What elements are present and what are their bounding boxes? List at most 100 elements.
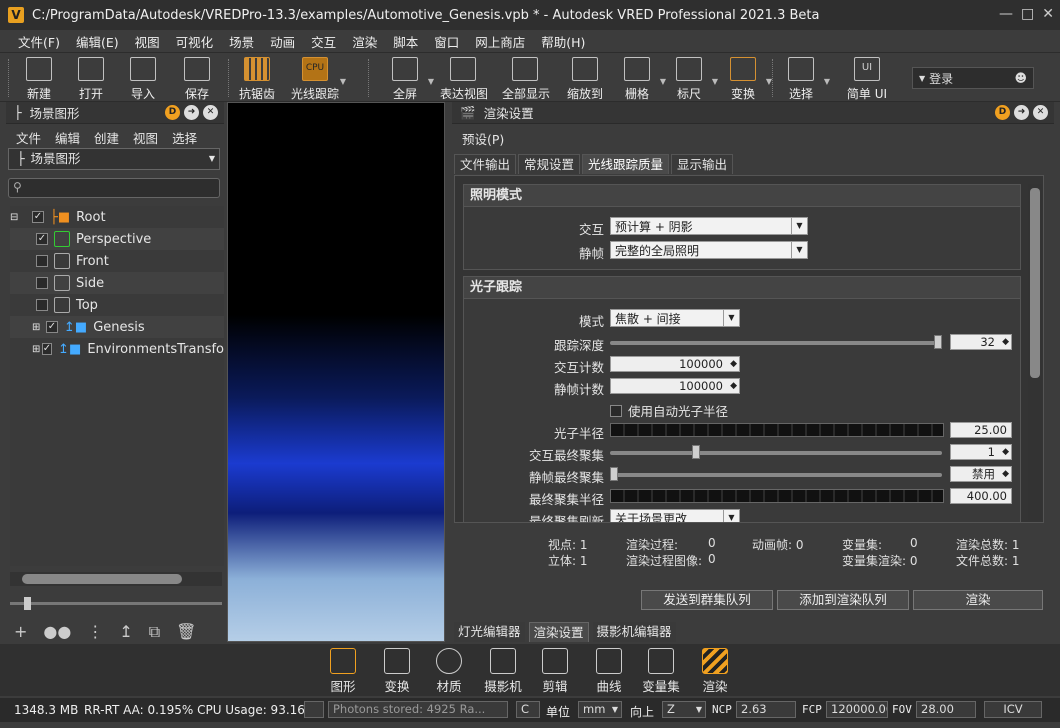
scenegraph-combo[interactable]: ├ 场景图形 ▼ — [8, 148, 220, 170]
still-gather-spinbox[interactable]: 禁用 ◆ — [950, 466, 1012, 482]
preset-menu[interactable]: 预设(P) — [462, 129, 504, 148]
transform-button[interactable]: 变换 ▼ — [720, 55, 772, 101]
interactive-lighting-combo[interactable]: 预计算 + 阴影 ▼ — [610, 217, 808, 235]
maximize-icon[interactable]: □ — [1021, 6, 1034, 22]
sg-menu-create[interactable]: 创建 — [94, 128, 119, 147]
menu-window[interactable]: 窗口 — [434, 32, 459, 51]
render-button[interactable]: 渲染 — [913, 590, 1043, 610]
menu-scene[interactable]: 场景 — [229, 32, 254, 51]
show-all-button[interactable]: 全部显示 — [502, 55, 550, 101]
photon-mode-combo[interactable]: 焦散 + 间接 ▼ — [610, 309, 740, 327]
arrow-right-icon[interactable]: ➜ — [1014, 105, 1029, 120]
render-viewport[interactable] — [227, 102, 445, 642]
sg-menu-edit[interactable]: 编辑 — [55, 128, 80, 147]
new-button[interactable]: 新建 — [16, 55, 62, 101]
dock-icon[interactable]: D — [995, 105, 1010, 120]
trace-depth-spinbox[interactable]: 32 ◆ — [950, 334, 1012, 350]
module-transform[interactable]: 变换 — [372, 646, 422, 696]
still-gather-slider[interactable] — [610, 467, 942, 481]
visibility-checkbox[interactable] — [36, 277, 48, 289]
menu-render[interactable]: 渲染 — [352, 32, 377, 51]
tree-node-genesis[interactable]: ⊞ ✓ ↥■ Genesis — [10, 316, 224, 338]
spin-arrows-icon[interactable]: ◆ — [1002, 467, 1009, 482]
module-camera[interactable]: 摄影机 — [478, 646, 528, 696]
sg-menu-file[interactable]: 文件 — [16, 128, 41, 147]
spin-arrows-icon[interactable]: ◆ — [730, 379, 737, 394]
open-button[interactable]: 打开 — [68, 55, 114, 101]
menu-edit[interactable]: 编辑(E) — [76, 32, 119, 51]
still-lighting-combo[interactable]: 完整的全局照明 ▼ — [610, 241, 808, 259]
grid-button[interactable]: 栅格 ▼ — [614, 55, 666, 101]
interactive-gather-spinbox[interactable]: 1 ◆ — [950, 444, 1012, 460]
chevron-down-icon[interactable]: ▼ — [340, 77, 346, 86]
add-node-icon[interactable]: + — [14, 622, 27, 642]
spin-arrows-icon[interactable]: ◆ — [1002, 445, 1009, 460]
tree-node-root[interactable]: ⊟ ✓ ├■ Root — [10, 206, 224, 228]
tree-node-perspective[interactable]: ✓ Perspective — [10, 228, 224, 250]
tree-node-front[interactable]: Front — [10, 250, 224, 272]
select-button[interactable]: 选择 ▼ — [778, 55, 830, 101]
raytrace-button[interactable]: CPU 光线跟踪 ▼ — [290, 55, 346, 101]
menu-script[interactable]: 脚本 — [393, 32, 418, 51]
fcp-field[interactable]: 120000.00 — [826, 701, 888, 718]
tab-display-output[interactable]: 显示输出 — [671, 154, 734, 174]
visibility-checkbox[interactable]: ✓ — [41, 343, 53, 355]
fov-field[interactable]: 28.00 — [916, 701, 976, 718]
antialias-button[interactable]: 抗锯齿 — [234, 55, 280, 101]
import-button[interactable]: 导入 — [120, 55, 166, 101]
unit-select[interactable]: mm ▼ — [578, 701, 622, 718]
close-panel-icon[interactable]: ✕ — [203, 105, 218, 120]
settings-scrollbar[interactable] — [1028, 184, 1042, 520]
group-icon[interactable]: ●● — [43, 622, 71, 642]
tab-render-settings[interactable]: 渲染设置 — [528, 622, 589, 642]
menu-interaction[interactable]: 交互 — [311, 32, 336, 51]
visibility-checkbox[interactable] — [36, 299, 48, 311]
ruler-button[interactable]: 标尺 ▼ — [666, 55, 718, 101]
status-icon[interactable] — [304, 701, 324, 718]
photon-radius-field[interactable]: 25.00 — [950, 422, 1012, 438]
tab-general[interactable]: 常规设置 — [518, 154, 581, 174]
tree-node-top[interactable]: Top — [10, 294, 224, 316]
visibility-checkbox[interactable] — [36, 255, 48, 267]
duplicate-icon[interactable]: ⧉ — [149, 622, 160, 642]
horizontal-scrollbar[interactable] — [10, 572, 222, 586]
auto-radius-checkbox[interactable]: 使用自动光子半径 — [610, 401, 728, 420]
menu-animation[interactable]: 动画 — [270, 32, 295, 51]
add-to-queue-button[interactable]: 添加到渲染队列 — [777, 590, 909, 610]
tree-node-environments[interactable]: ⊞ ✓ ↥■ EnvironmentsTransfo — [10, 338, 224, 360]
tab-file-output[interactable]: 文件输出 — [454, 154, 517, 174]
ncp-field[interactable]: 2.63 — [736, 701, 796, 718]
chevron-down-icon[interactable]: ▼ — [824, 77, 830, 86]
delete-icon[interactable]: 🗑 — [176, 622, 196, 642]
module-materials[interactable]: 材质 — [424, 646, 474, 696]
menu-store[interactable]: 网上商店 — [475, 32, 525, 51]
send-to-cluster-button[interactable]: 发送到群集队列 — [641, 590, 773, 610]
up-axis-select[interactable]: Z ▼ — [662, 701, 706, 718]
photon-radius-slider[interactable] — [610, 423, 944, 437]
still-count-spinbox[interactable]: 100000 ◆ — [610, 378, 740, 394]
module-curves[interactable]: 曲线 — [584, 646, 634, 696]
menu-help[interactable]: 帮助(H) — [541, 32, 585, 51]
visibility-checkbox[interactable]: ✓ — [36, 233, 48, 245]
chevron-down-icon[interactable]: ▼ — [712, 77, 718, 86]
module-graph[interactable]: 图形 — [318, 646, 368, 696]
move-up-icon[interactable]: ↥ — [119, 622, 132, 642]
search-input[interactable]: ⚲ — [8, 178, 220, 198]
expand-icon[interactable]: ⊞ — [32, 344, 42, 355]
arrow-right-icon[interactable]: ➜ — [184, 105, 199, 120]
sg-menu-view[interactable]: 视图 — [133, 128, 158, 147]
sg-menu-select[interactable]: 选择 — [172, 128, 197, 147]
tab-light-editor[interactable]: 灯光编辑器 — [454, 622, 525, 642]
spin-arrows-icon[interactable]: ◆ — [1002, 335, 1009, 350]
visibility-checkbox[interactable]: ✓ — [46, 321, 58, 333]
close-icon[interactable]: ✕ — [1042, 6, 1054, 22]
save-button[interactable]: 保存 — [174, 55, 220, 101]
interactive-count-spinbox[interactable]: 100000 ◆ — [610, 356, 740, 372]
tab-camera-editor[interactable]: 摄影机编辑器 — [592, 622, 676, 642]
tree-node-side[interactable]: Side — [10, 272, 224, 294]
zoom-slider[interactable] — [10, 597, 222, 610]
simple-ui-button[interactable]: UI 简单 UI — [842, 55, 892, 101]
visibility-checkbox[interactable]: ✓ — [32, 211, 44, 223]
module-variant-sets[interactable]: 变量集 — [636, 646, 686, 696]
split-icon[interactable]: ⋮ — [87, 622, 103, 642]
